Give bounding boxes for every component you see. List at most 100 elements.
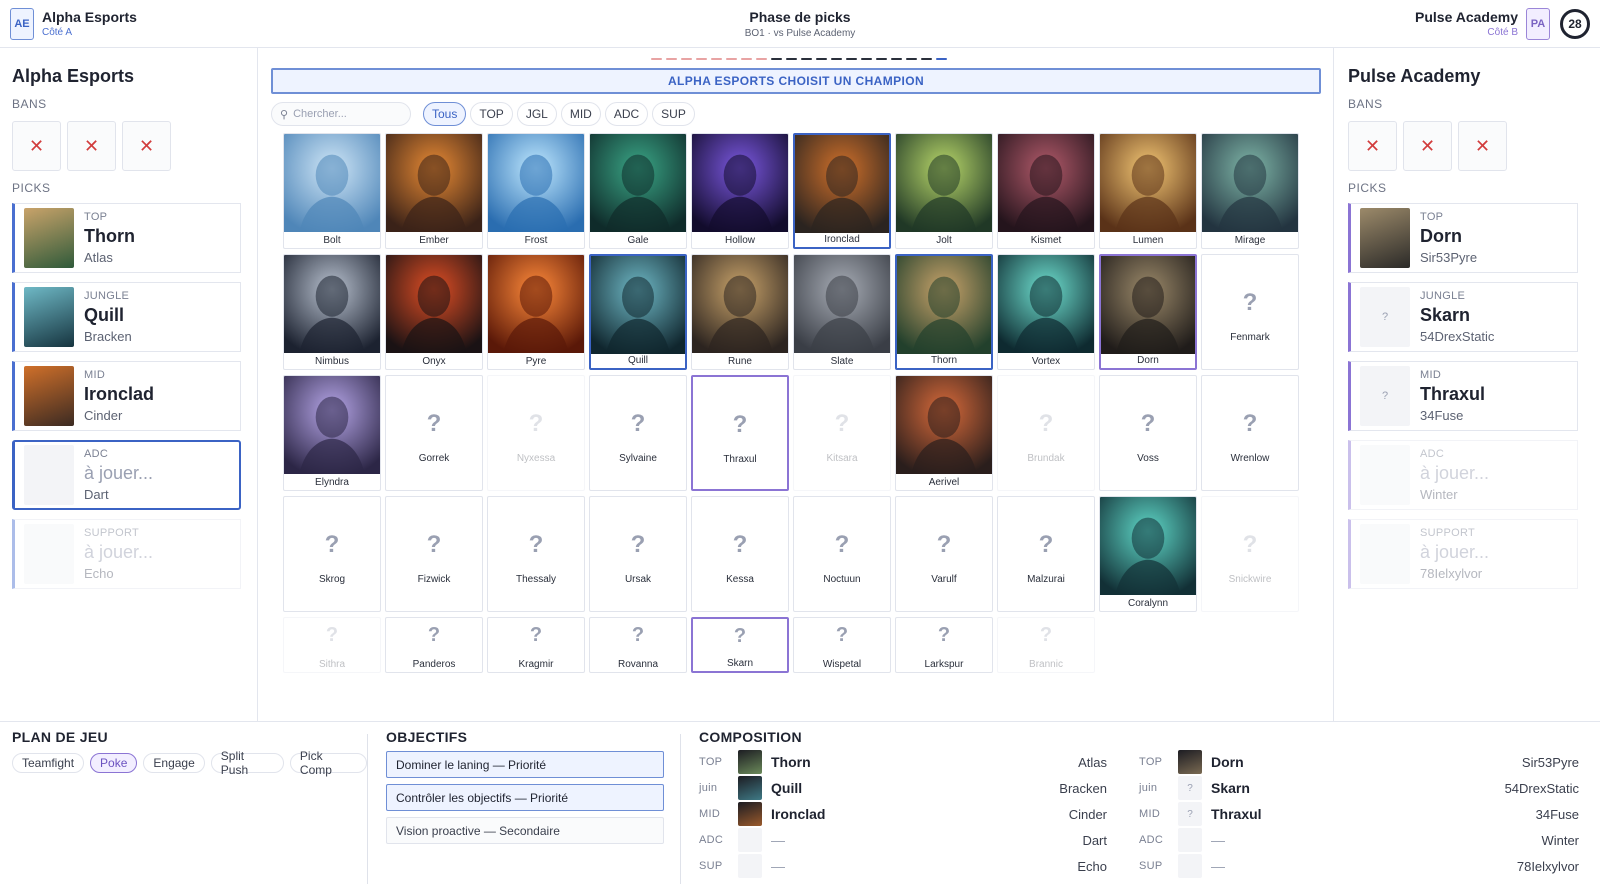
champion-card-onyx[interactable]: Onyx [385,254,483,370]
champion-card-hollow[interactable]: Hollow [691,133,789,249]
ban-slot-2[interactable]: ✕ [1403,121,1452,171]
champion-portrait [1360,208,1410,268]
pick-slot-support[interactable]: SUPPORT à jouer... Echo [12,519,241,589]
pick-slot-mid[interactable]: MID Ironclad Cinder [12,361,241,431]
champion-name: Nimbus [315,356,349,367]
champion-card-skrog[interactable]: ? Skrog [283,496,381,612]
champion-card-vortex[interactable]: Vortex [997,254,1095,370]
ban-slot-1[interactable]: ✕ [12,121,61,171]
champion-card-lumen[interactable]: Lumen [1099,133,1197,249]
champion-card-bolt[interactable]: Bolt [283,133,381,249]
champion-name: Wispetal [822,659,862,670]
filter-chip-tous[interactable]: Tous [423,102,467,126]
filter-chip-mid[interactable]: MID [560,102,601,126]
champion-name: Vortex [1031,356,1061,367]
champion-card-voss[interactable]: ? Voss [1099,375,1197,491]
champion-card-dorn[interactable]: Dorn [1099,254,1197,370]
champion-name: Pyre [525,356,547,367]
composition-champion-a: Thorn [771,754,811,770]
champion-card-skarn[interactable]: ? Skarn [691,617,789,673]
champion-card-rune[interactable]: Rune [691,254,789,370]
plan-tag-split-push[interactable]: Split Push [210,749,284,777]
champion-card-larkspur[interactable]: ? Larkspur [895,617,993,673]
close-icon: ✕ [83,135,100,156]
champion-card-ember[interactable]: Ember [385,133,483,249]
champion-portrait [488,134,584,232]
champion-card-nimbus[interactable]: Nimbus [283,254,381,370]
champion-card-ursak[interactable]: ? Ursak [589,496,687,612]
search-input[interactable]: ⚲ Chercher... [271,102,411,126]
champion-card-wispetal[interactable]: ? Wispetal [793,617,891,673]
champion-card-quill[interactable]: Quill [589,254,687,370]
champion-card-kragmir[interactable]: ? Kragmir [487,617,585,673]
ban-slot-2[interactable]: ✕ [67,121,116,171]
plan-tag-engage[interactable]: Engage [143,753,205,773]
pick-slot-jungle[interactable]: ? JUNGLE Skarn 54DrexStatic [1348,282,1578,352]
pick-slot-support[interactable]: SUPPORT à jouer... 78Ielxylvor [1348,519,1578,589]
pick-champion: à jouer... [84,542,154,562]
composition-champion-a: — [771,832,785,848]
unknown-champion-icon: ? [426,531,442,558]
progress-step [726,58,737,60]
objective-item[interactable]: Contrôler les objectifs — Priorité [386,784,664,811]
team-a-picks: TOP Thorn Atlas JUNGLE Quill Bracken MID Ironcl… [12,203,245,589]
progress-step [741,58,752,60]
champion-card-kismet[interactable]: Kismet [997,133,1095,249]
composition-champion-b: Thraxul [1211,806,1262,822]
pick-text: SUPPORT à jouer... 78Ielxylvor [1420,527,1489,581]
progress-step [801,58,812,60]
filter-chip-top[interactable]: TOP [470,102,513,126]
objective-item[interactable]: Dominer le laning — Priorité [386,751,664,778]
champion-card-thessaly[interactable]: ? Thessaly [487,496,585,612]
composition-row: MID Ironclad Cinder MID? Thraxul 34Fuse [699,801,1579,827]
champion-card-mirage[interactable]: Mirage [1201,133,1299,249]
champion-card-panderos[interactable]: ? Panderos [385,617,483,673]
phase-header: Phase de picks BO1 · vs Pulse Academy [0,9,1600,39]
champion-card-gale[interactable]: Gale [589,133,687,249]
champion-card-thorn[interactable]: Thorn [895,254,993,370]
pick-slot-adc[interactable]: ADC à jouer... Dart [12,440,241,510]
pick-slot-top[interactable]: TOP Thorn Atlas [12,203,241,273]
champion-card-sylvaine[interactable]: ? Sylvaine [589,375,687,491]
champion-card-thraxul[interactable]: ? Thraxul [691,375,789,491]
champion-card-elyndra[interactable]: Elyndra [283,375,381,491]
champion-card-coralynn[interactable]: Coralynn [1099,496,1197,612]
champion-card-noctuun[interactable]: ? Noctuun [793,496,891,612]
objective-item[interactable]: Vision proactive — Secondaire [386,817,664,844]
pick-slot-jungle[interactable]: JUNGLE Quill Bracken [12,282,241,352]
team-a-name: Alpha Esports [42,9,137,25]
plan-tag-poke[interactable]: Poke [90,753,138,773]
champion-card-wrenlow[interactable]: ? Wrenlow [1201,375,1299,491]
composition-rows: TOP Thorn Atlas TOP Dorn Sir53Pyre juin Quill Br… [699,749,1579,879]
ban-slot-3[interactable]: ✕ [1458,121,1507,171]
champion-card-fizwick[interactable]: ? Fizwick [385,496,483,612]
pick-slot-adc[interactable]: ADC à jouer... Winter [1348,440,1578,510]
composition-player-b: Sir53Pyre [1521,754,1579,770]
champion-card-aerivel[interactable]: Aerivel [895,375,993,491]
champion-card-gorrek[interactable]: ? Gorrek [385,375,483,491]
team-b-badge: PA [1526,7,1550,40]
champion-name: Ironclad [824,234,860,245]
ban-slot-1[interactable]: ✕ [1348,121,1397,171]
magnifier-icon: ⚲ [280,108,289,121]
champion-card-pyre[interactable]: Pyre [487,254,585,370]
pick-slot-top[interactable]: TOP Dorn Sir53Pyre [1348,203,1578,273]
champion-card-malzurai[interactable]: ? Malzurai [997,496,1095,612]
filter-chip-sup[interactable]: SUP [652,102,695,126]
champion-name: Frost [524,235,548,246]
champion-card-fenmark[interactable]: ? Fenmark [1201,254,1299,370]
ban-slot-3[interactable]: ✕ [122,121,171,171]
champion-card-ironclad[interactable]: Ironclad [793,133,891,249]
champion-card-varulf[interactable]: ? Varulf [895,496,993,612]
filter-chip-jgl[interactable]: JGL [516,102,557,126]
champion-card-slate[interactable]: Slate [793,254,891,370]
champion-card-kessa[interactable]: ? Kessa [691,496,789,612]
champion-card-jolt[interactable]: Jolt [895,133,993,249]
plan-tag-teamfight[interactable]: Teamfight [12,753,85,773]
champion-card-frost[interactable]: Frost [487,133,585,249]
plan-tag-pick-comp[interactable]: Pick Comp [289,749,367,777]
pick-slot-mid[interactable]: ? MID Thraxul 34Fuse [1348,361,1578,431]
composition-champion-a: Quill [771,780,803,796]
champion-card-rovanna[interactable]: ? Rovanna [589,617,687,673]
filter-chip-adc[interactable]: ADC [604,102,649,126]
